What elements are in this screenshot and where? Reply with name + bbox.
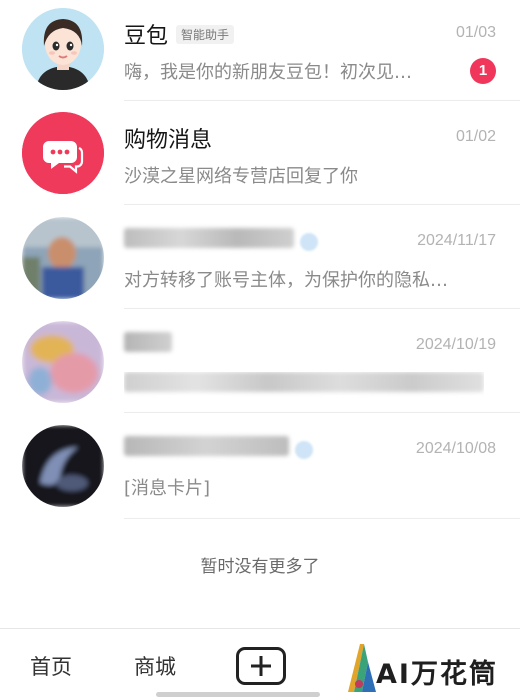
- verified-icon: [295, 441, 313, 459]
- blurred-name: [124, 436, 289, 456]
- divider: [124, 518, 520, 519]
- conversation-item-doubao[interactable]: 豆包 智能助手 01/03 嗨，我是你的新朋友豆包！初次见… 1: [0, 0, 520, 104]
- conversation-name-blurred: [124, 436, 313, 462]
- conversation-name-blurred: [124, 332, 172, 358]
- watermark: AI万花筒: [338, 634, 520, 700]
- conversation-preview: 沙漠之星网络专营店回复了你: [124, 166, 358, 187]
- verified-icon: [300, 233, 318, 251]
- divider: [124, 308, 520, 309]
- conversation-item-blurred-1[interactable]: 2024/11/17 对方转移了账号主体，为保护你的隐私…: [0, 208, 520, 312]
- unread-badge: 1: [470, 58, 496, 84]
- conversation-item-blurred-3[interactable]: 2024/10/08 [消息卡片]: [0, 416, 520, 520]
- conversation-name-blurred: [124, 228, 318, 254]
- tab-home[interactable]: 首页: [30, 651, 72, 681]
- assistant-tag: 智能助手: [176, 25, 235, 44]
- conversation-date: 2024/11/17: [417, 232, 496, 249]
- blurred-photo: [22, 425, 104, 507]
- divider: [124, 204, 520, 205]
- kaleidoscope-logo-icon: [348, 644, 376, 692]
- conversation-preview: [消息卡片]: [124, 478, 211, 499]
- tab-mall[interactable]: 商城: [134, 651, 176, 681]
- contact-avatar-blurred: [22, 217, 104, 299]
- conversation-preview: 对方转移了账号主体，为保护你的隐私…: [124, 270, 448, 291]
- chat-bubble-icon: [22, 112, 104, 194]
- conversation-item-blurred-2[interactable]: 2024/10/19: [0, 312, 520, 416]
- blurred-photo: [22, 217, 104, 299]
- blurred-name: [124, 228, 294, 248]
- blurred-name: [124, 332, 172, 352]
- divider: [124, 100, 520, 101]
- home-indicator: [156, 692, 320, 697]
- conversation-date: 01/03: [455, 24, 496, 41]
- no-more-note: 暂时没有更多了: [200, 557, 320, 577]
- watermark-text: AI万花筒: [376, 659, 498, 690]
- conversation-preview: 嗨，我是你的新朋友豆包！初次见…: [124, 62, 412, 83]
- conversation-name: 购物消息: [124, 128, 213, 153]
- create-post-button[interactable]: [236, 647, 286, 685]
- contact-avatar-blurred: [22, 321, 104, 403]
- conversation-preview-blurred: [124, 372, 484, 397]
- divider: [124, 412, 520, 413]
- doubao-avatar-illustration: [22, 8, 104, 90]
- doubao-avatar: [22, 8, 104, 90]
- conversation-date: 01/02: [455, 128, 496, 145]
- conversation-date: 2024/10/19: [415, 336, 496, 353]
- conversation-name: 豆包 智能助手: [124, 18, 235, 50]
- contact-avatar-blurred: [22, 425, 104, 507]
- shopping-avatar: [22, 112, 104, 194]
- doubao-name: 豆包: [124, 24, 169, 49]
- conversation-item-shopping[interactable]: 购物消息 01/02 沙漠之星网络专营店回复了你: [0, 104, 520, 208]
- blurred-photo: [22, 321, 104, 403]
- conversation-date: 2024/10/08: [415, 440, 496, 457]
- blurred-preview: [124, 372, 484, 392]
